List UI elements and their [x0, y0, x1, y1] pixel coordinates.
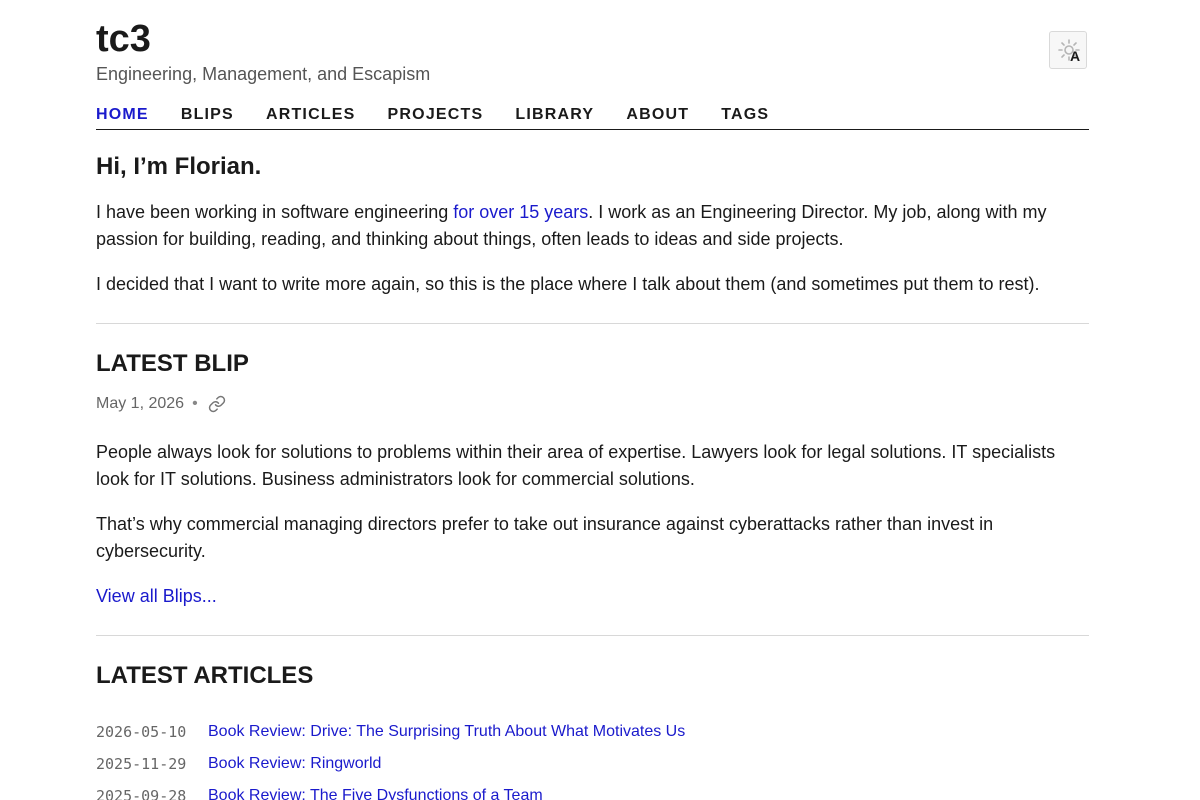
intro-paragraph-2: I decided that I want to write more agai… [96, 274, 1040, 294]
latest-blip-heading: LATEST BLIP [96, 350, 249, 377]
article-link[interactable]: Book Review: Drive: The Surprising Truth… [208, 723, 685, 741]
intro-paragraph-1: I have been working in software engineer… [96, 199, 1071, 253]
nav-blips[interactable]: BLIPS [181, 104, 234, 129]
blip-meta: May 1, 2026 • [96, 394, 226, 414]
intro-text-before: I have been working in software engineer… [96, 202, 454, 222]
list-item: 2025-11-29 Book Review: Ringworld [96, 748, 685, 780]
theme-toggle-button[interactable]: A [1049, 31, 1087, 69]
sun-auto-icon: A [1058, 39, 1080, 64]
nav-home[interactable]: HOME [96, 104, 149, 129]
site-subtitle: Engineering, Management, and Escapism [96, 64, 431, 84]
latest-articles-heading: LATEST ARTICLES [96, 662, 314, 689]
blip-date: May 1, 2026 [96, 395, 185, 412]
article-date: 2025-09-28 [96, 787, 187, 800]
articles-list: 2026-05-10 Book Review: Drive: The Surpr… [96, 716, 685, 800]
blip-paragraph-2: That’s why commercial managing directors… [96, 514, 994, 561]
nav-library[interactable]: LIBRARY [515, 104, 594, 129]
meta-separator: • [192, 395, 198, 412]
main-nav: HOME BLIPS ARTICLES PROJECTS LIBRARY ABO… [96, 104, 1089, 130]
article-date: 2025-11-29 [96, 755, 187, 773]
list-item: 2025-09-28 Book Review: The Five Dysfunc… [96, 780, 685, 800]
view-all-blips-link[interactable]: View all Blips... [96, 583, 217, 610]
site-title[interactable]: tc3 [96, 17, 151, 61]
nav-projects[interactable]: PROJECTS [388, 104, 484, 129]
blip-paragraph-1: People always look for solutions to prob… [96, 442, 1056, 489]
nav-about[interactable]: ABOUT [626, 104, 689, 129]
article-date: 2026-05-10 [96, 723, 187, 741]
section-divider [96, 323, 1089, 324]
list-item: 2026-05-10 Book Review: Drive: The Surpr… [96, 716, 685, 748]
permalink-icon[interactable] [208, 395, 226, 413]
greeting-heading: Hi, I’m Florian. [96, 153, 262, 180]
nav-tags[interactable]: TAGS [721, 104, 769, 129]
nav-articles[interactable]: ARTICLES [266, 104, 356, 129]
section-divider [96, 635, 1089, 636]
article-link[interactable]: Book Review: The Five Dysfunctions of a … [208, 787, 543, 800]
theme-auto-letter: A [1070, 48, 1080, 64]
article-link[interactable]: Book Review: Ringworld [208, 755, 381, 773]
years-link[interactable]: for over 15 years [453, 202, 588, 222]
